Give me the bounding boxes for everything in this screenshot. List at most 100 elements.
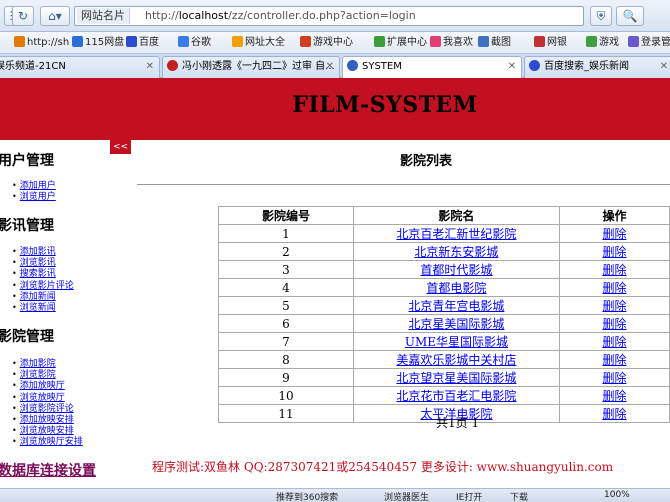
- close-tab-icon[interactable]: ✕: [660, 57, 668, 77]
- sidebar-link[interactable]: 添加放映安排: [20, 415, 74, 425]
- bookmark-item[interactable]: 网址大全: [232, 36, 285, 50]
- favorite-shield-icon[interactable]: ⛨: [590, 6, 612, 26]
- cinema-name-cell: 北京百老汇新世纪影院: [352, 224, 560, 243]
- bookmark-item[interactable]: 游戏: [586, 36, 619, 50]
- close-tab-icon[interactable]: ✕: [146, 57, 154, 77]
- bookmark-item[interactable]: 登录管家(F5): [628, 36, 670, 50]
- bookmark-item[interactable]: 截图: [478, 36, 511, 50]
- tab-label: 娱乐频道-21CN: [0, 61, 66, 72]
- column-header-name: 影院名: [352, 206, 560, 225]
- sidebar-link[interactable]: 浏览放映厅安排: [20, 437, 83, 447]
- cinema-name-cell: 北京望京星美国际影城: [352, 368, 560, 387]
- browser-toolbar: ☰ ↻ ⌂▾ 网站名片 http://localhost/zz/controll…: [0, 0, 670, 32]
- db-settings-link[interactable]: 数据库连接设置: [0, 460, 96, 480]
- cinema-id-cell: 7: [218, 332, 354, 351]
- site-name-button[interactable]: 网站名片: [77, 8, 130, 24]
- cinema-name-link[interactable]: 北京星美国际影城: [408, 317, 504, 331]
- bookmark-favicon-icon: [534, 36, 545, 47]
- cinema-name-link[interactable]: 美嘉欢乐影城中关村店: [396, 353, 516, 367]
- sidebar-link[interactable]: 浏览用户: [20, 192, 56, 202]
- sidebar-link[interactable]: 浏览影院评论: [20, 404, 74, 414]
- browser-tab[interactable]: 冯小刚透露《一九四二》过审 自... ✕: [162, 56, 340, 78]
- delete-link[interactable]: 删除: [602, 353, 626, 367]
- delete-link[interactable]: 删除: [602, 281, 626, 295]
- cinema-name-link[interactable]: 北京新东安影城: [414, 245, 498, 259]
- browser-tab[interactable]: 百度搜索_娱乐新闻 ✕: [524, 56, 670, 78]
- sidebar-link[interactable]: 添加放映厅: [20, 381, 65, 391]
- close-tab-icon[interactable]: ✕: [508, 57, 516, 77]
- sidebar-item: 浏览放映安排: [12, 425, 83, 436]
- delete-link[interactable]: 删除: [602, 371, 626, 385]
- delete-link[interactable]: 删除: [602, 299, 626, 313]
- cinema-name-cell: 北京新东安影城: [352, 242, 560, 261]
- cinema-name-link[interactable]: UME华星国际影城: [405, 335, 508, 349]
- sidebar-link[interactable]: 添加影院: [20, 359, 56, 369]
- sidebar-link[interactable]: 浏览影讯: [20, 258, 56, 268]
- status-item[interactable]: 浏览器医生: [384, 490, 429, 502]
- bookmark-item[interactable]: 115网盘: [72, 36, 124, 50]
- tab-favicon-icon: [529, 60, 540, 71]
- sidebar-item: 浏览新闻: [12, 302, 74, 313]
- sidebar-link[interactable]: 添加新闻: [20, 292, 56, 302]
- cinema-name-link[interactable]: 北京百老汇新世纪影院: [396, 227, 516, 241]
- cinema-table: 影院编号 影院名 操作 1 北京百老汇新世纪影院 删除 2 北京新东安影城 删除 3 首都时代…: [218, 206, 670, 423]
- table-row: 4 首都电影院 删除: [218, 278, 670, 297]
- sidebar-link[interactable]: 添加影讯: [20, 247, 56, 257]
- cinema-name-link[interactable]: 北京望京星美国际影城: [396, 371, 516, 385]
- sidebar-item: 浏览影院: [12, 369, 83, 380]
- bookmark-item[interactable]: 扩展中心: [374, 36, 427, 50]
- cinema-name-link[interactable]: 首都电影院: [426, 281, 486, 295]
- url-text[interactable]: http://localhost/zz/controller.do.php?ac…: [145, 7, 416, 25]
- bookmark-item[interactable]: 百度: [126, 36, 159, 50]
- sidebar-link[interactable]: 浏览放映厅: [20, 393, 65, 403]
- sidebar-link[interactable]: 浏览影院: [20, 370, 56, 380]
- cinema-name-link[interactable]: 北京青年宫电影城: [408, 299, 504, 313]
- bookmark-label: 登录管家(F5): [641, 37, 670, 48]
- delete-link[interactable]: 删除: [602, 389, 626, 403]
- action-cell: 删除: [558, 386, 670, 405]
- delete-link[interactable]: 删除: [602, 263, 626, 277]
- bookmark-item[interactable]: 我喜欢: [430, 36, 473, 50]
- sidebar-item: 浏览放映厅: [12, 392, 83, 403]
- delete-link[interactable]: 删除: [602, 317, 626, 331]
- sidebar-link[interactable]: 搜索影讯: [20, 269, 56, 279]
- cinema-name-cell: 北京青年宫电影城: [352, 296, 560, 315]
- refresh-icon[interactable]: ↻: [12, 6, 34, 26]
- delete-link[interactable]: 删除: [602, 335, 626, 349]
- sidebar-link[interactable]: 添加用户: [20, 181, 56, 191]
- table-row: 9 北京望京星美国际影城 删除: [218, 368, 670, 387]
- delete-link[interactable]: 删除: [602, 407, 626, 421]
- home-icon[interactable]: ⌂▾: [40, 6, 70, 26]
- bookmark-label: 游戏: [599, 37, 619, 48]
- delete-link[interactable]: 删除: [602, 227, 626, 241]
- sidebar-link[interactable]: 浏览影片评论: [20, 281, 74, 291]
- bookmark-item[interactable]: 游戏中心: [300, 36, 353, 50]
- bookmark-label: 扩展中心: [387, 37, 427, 48]
- bookmark-item[interactable]: 网银: [534, 36, 567, 50]
- tab-label: 冯小刚透露《一九四二》过审 自...: [182, 61, 335, 72]
- sidebar-link[interactable]: 浏览放映安排: [20, 426, 74, 436]
- delete-link[interactable]: 删除: [602, 245, 626, 259]
- sidebar-item: 添加新闻: [12, 291, 74, 302]
- status-item[interactable]: 下载: [510, 490, 528, 502]
- address-bar[interactable]: 网站名片 http://localhost/zz/controller.do.p…: [74, 6, 584, 26]
- bookmarks-bar: http://sh 115网盘 百度 谷歌 网址大全 游戏中心 扩展中心 我喜欢 截图 网银 游戏 登…: [0, 32, 670, 54]
- browser-tab[interactable]: 娱乐频道-21CN ✕: [0, 56, 160, 78]
- bookmark-item[interactable]: 谷歌: [178, 36, 211, 50]
- close-tab-icon[interactable]: ✕: [326, 57, 334, 77]
- action-cell: 删除: [558, 332, 670, 351]
- header-banner: FILM-SYSTEM: [0, 78, 670, 140]
- sidebar: 用户管理 添加用户浏览用户 影讯管理 添加影讯浏览影讯搜索影讯浏览影片评论添加新…: [0, 140, 135, 480]
- tab-label: 百度搜索_娱乐新闻: [544, 61, 629, 72]
- bookmark-favicon-icon: [126, 36, 137, 47]
- cinema-name-link[interactable]: 北京花市百老汇电影院: [396, 389, 516, 403]
- status-item[interactable]: 100%: [604, 490, 630, 500]
- table-row: 3 首都时代影城 删除: [218, 260, 670, 279]
- status-item[interactable]: 推荐到360搜索: [276, 490, 338, 502]
- browser-tab[interactable]: SYSTEM ✕: [342, 56, 522, 79]
- bookmark-item[interactable]: http://sh: [14, 36, 69, 50]
- search-icon[interactable]: 🔍: [616, 6, 644, 26]
- cinema-name-link[interactable]: 首都时代影城: [420, 263, 492, 277]
- sidebar-link[interactable]: 浏览新闻: [20, 303, 56, 313]
- status-item[interactable]: IE打开: [456, 490, 482, 502]
